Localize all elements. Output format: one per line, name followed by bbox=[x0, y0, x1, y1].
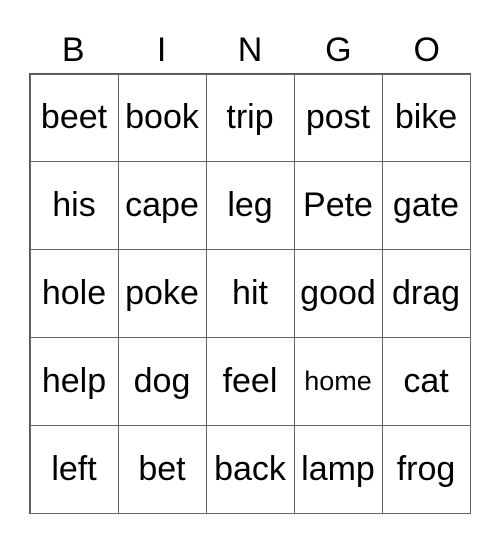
bingo-cell[interactable]: cat bbox=[381, 336, 471, 426]
bingo-cell[interactable]: frog bbox=[381, 424, 471, 514]
bingo-header: B I N G O bbox=[29, 28, 471, 72]
bingo-cell[interactable]: Pete bbox=[293, 161, 383, 251]
bingo-cell[interactable]: trip bbox=[205, 73, 295, 163]
bingo-cell[interactable]: leg bbox=[205, 161, 295, 251]
bingo-cell[interactable]: help bbox=[29, 336, 119, 426]
bingo-cell[interactable]: cape bbox=[117, 161, 207, 251]
bingo-cell[interactable]: good bbox=[293, 249, 383, 338]
bingo-cell[interactable]: hit bbox=[205, 249, 295, 338]
bingo-cell[interactable]: bike bbox=[381, 73, 471, 163]
bingo-cell[interactable]: bet bbox=[117, 424, 207, 514]
header-letter-g: G bbox=[325, 31, 352, 69]
header-letter-n: N bbox=[237, 31, 263, 69]
bingo-cell[interactable]: beet bbox=[29, 73, 119, 163]
header-letter-b: B bbox=[61, 31, 85, 69]
bingo-cell[interactable]: dog bbox=[117, 336, 207, 426]
bingo-cell[interactable]: drag bbox=[381, 249, 471, 338]
bingo-grid: beet book trip post bike his cape leg Pe… bbox=[29, 73, 471, 514]
bingo-cell[interactable]: home bbox=[293, 336, 383, 426]
bingo-cell[interactable]: feel bbox=[205, 336, 295, 426]
header-letter-o: O bbox=[413, 31, 440, 69]
bingo-cell[interactable]: gate bbox=[381, 161, 471, 251]
bingo-cell[interactable]: poke bbox=[117, 249, 207, 338]
bingo-cell[interactable]: book bbox=[117, 73, 207, 163]
bingo-cell[interactable]: his bbox=[29, 161, 119, 251]
bingo-cell[interactable]: post bbox=[293, 73, 383, 163]
bingo-cell[interactable]: lamp bbox=[293, 424, 383, 514]
header-letter-i: I bbox=[156, 31, 167, 69]
bingo-cell[interactable]: left bbox=[29, 424, 119, 514]
bingo-cell[interactable]: back bbox=[205, 424, 295, 514]
bingo-cell[interactable]: hole bbox=[29, 249, 119, 338]
